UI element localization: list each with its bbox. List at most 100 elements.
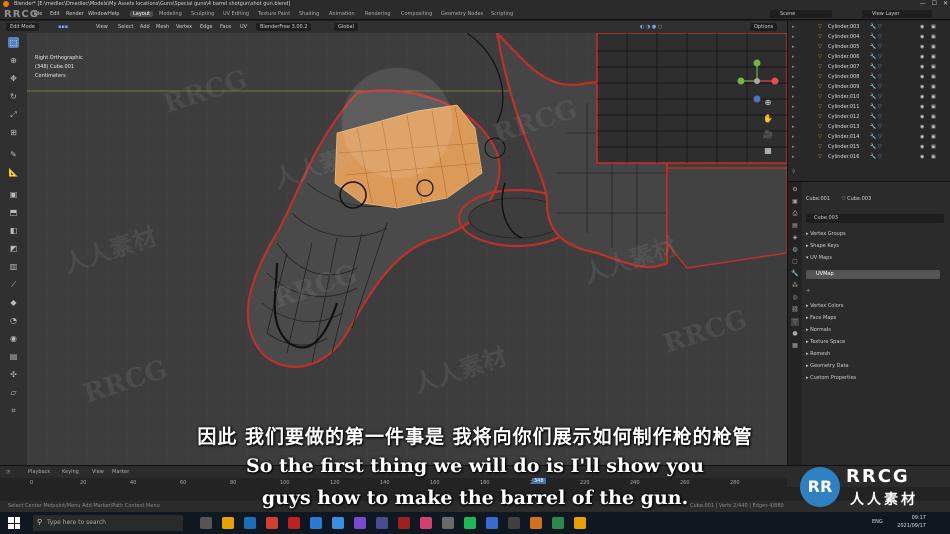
tab-rendering[interactable]: Rendering <box>362 11 394 17</box>
tab-uv-editing[interactable]: UV Editing <box>220 11 252 17</box>
taskbar-search-input[interactable]: Type here to search <box>33 515 183 531</box>
edge-slide-icon[interactable]: ▤ <box>8 351 19 362</box>
app-icon[interactable] <box>442 517 454 529</box>
steam-icon[interactable] <box>244 517 256 529</box>
modifier-tab-icon[interactable]: 🔧 <box>791 270 799 278</box>
zoom-icon[interactable]: ⊕ <box>762 97 774 109</box>
mesh-name-field[interactable]: Cube.003 <box>806 214 944 223</box>
axis-gizmo[interactable] <box>735 59 779 103</box>
tool-tab-icon[interactable]: ⚙ <box>791 186 799 194</box>
bevel-icon[interactable]: ◩ <box>8 243 19 254</box>
orientation-dropdown[interactable]: Global <box>334 23 358 31</box>
render-camera-icon[interactable]: ▣ <box>931 54 936 61</box>
current-frame-indicator[interactable]: 348 <box>532 478 546 484</box>
eye-icon[interactable]: ◉ <box>920 114 924 121</box>
app-icon[interactable] <box>354 517 366 529</box>
view-layer-tab-icon[interactable]: ▤ <box>791 222 799 230</box>
world-tab-icon[interactable]: ◍ <box>791 246 799 254</box>
inset-icon[interactable]: ◧ <box>8 225 19 236</box>
poly-build-icon[interactable]: ◆ <box>8 297 19 308</box>
render-tab-icon[interactable]: ▣ <box>791 198 799 206</box>
shrink-fatten-icon[interactable]: ✣ <box>8 369 19 380</box>
measure-icon[interactable]: 📐 <box>8 167 19 178</box>
tab-geometry-nodes[interactable]: Geometry Nodes <box>438 11 486 17</box>
shading-mode-icon[interactable]: ◐ ◑ ● ○ <box>640 24 662 30</box>
spin-icon[interactable]: ◔ <box>8 315 19 326</box>
panel-shape-keys[interactable]: ▸ Shape Keys <box>806 242 946 251</box>
tab-animation[interactable]: Animation <box>326 11 358 17</box>
menu-help[interactable]: Help <box>108 11 119 17</box>
scene-tab-icon[interactable]: ◈ <box>791 234 799 242</box>
select-box-icon[interactable]: ⬚ <box>8 37 19 48</box>
knife-icon[interactable]: ⟋ <box>8 279 19 290</box>
outliner-row[interactable]: ▸ ▽ Cylinder.012 🔧 ▽ ◉ ▣ <box>788 114 950 121</box>
options-dropdown[interactable]: Options <box>750 23 778 31</box>
menu-edit[interactable]: Edit <box>50 11 60 17</box>
filter-icon[interactable]: ⚲ <box>792 169 796 176</box>
annotate-icon[interactable]: ✎ <box>8 149 19 160</box>
menu-select[interactable]: Select <box>118 24 133 30</box>
render-camera-icon[interactable]: ▣ <box>931 34 936 41</box>
uv-map-entry[interactable]: UVMap <box>806 270 940 279</box>
3d-viewport[interactable]: RRCG RRCG RRCG RRCG RRCG RRCG 人人素材 人人素材 … <box>27 33 787 465</box>
vertex-select-icon[interactable]: ▪▪▪ <box>58 24 68 30</box>
loop-cut-icon[interactable]: ▥ <box>8 261 19 272</box>
pan-hand-icon[interactable]: ✋ <box>762 113 774 125</box>
menu-mesh[interactable]: Mesh <box>156 24 169 30</box>
render-camera-icon[interactable]: ▣ <box>931 134 936 141</box>
app-icon[interactable] <box>420 517 432 529</box>
tab-texture-paint[interactable]: Texture Paint <box>255 11 293 17</box>
eye-icon[interactable]: ◉ <box>920 134 924 141</box>
outliner-row[interactable]: ▸ ▽ Cylinder.006 🔧 ▽ ◉ ▣ <box>788 54 950 61</box>
panel-remesh[interactable]: ▸ Remesh <box>806 350 946 359</box>
transform-icon[interactable]: ⊞ <box>8 127 19 138</box>
panel-uv-maps[interactable]: ▾ UV Maps <box>806 254 946 263</box>
add-cube-icon[interactable]: ▣ <box>8 189 19 200</box>
windows-start-icon[interactable] <box>8 517 20 529</box>
taskbar-clock[interactable]: 09:17 2021/09/17 <box>897 514 926 530</box>
mode-dropdown[interactable]: Edit Mode <box>6 23 39 31</box>
render-camera-icon[interactable]: ▣ <box>931 124 936 131</box>
blender-taskbar-icon[interactable] <box>530 517 542 529</box>
menu-face[interactable]: Face <box>220 24 231 30</box>
render-camera-icon[interactable]: ▣ <box>931 144 936 151</box>
material-tab-icon[interactable]: ● <box>791 330 799 338</box>
view-layer-selector[interactable]: View Layer <box>862 10 932 18</box>
render-camera-icon[interactable]: ▣ <box>931 94 936 101</box>
move-icon[interactable]: ✥ <box>8 73 19 84</box>
outliner-row[interactable]: ▸ ▽ Cylinder.010 🔧 ▽ ◉ ▣ <box>788 94 950 101</box>
eye-icon[interactable]: ◉ <box>920 34 924 41</box>
language-indicator[interactable]: ENG <box>872 519 883 525</box>
output-tab-icon[interactable]: ⎙ <box>791 210 799 218</box>
maximize-button[interactable]: ☐ <box>932 0 937 8</box>
outliner-row[interactable]: ▸ ▽ Cylinder.016 🔧 ▽ ◉ ▣ <box>788 154 950 161</box>
app-icon[interactable] <box>376 517 388 529</box>
render-camera-icon[interactable]: ▣ <box>931 154 936 161</box>
photoshop-icon[interactable] <box>310 517 322 529</box>
scene-selector[interactable]: Scene <box>770 10 832 18</box>
scale-icon[interactable]: ⤢ <box>8 109 19 120</box>
camera-view-icon[interactable]: 🎥 <box>762 129 774 141</box>
panel-geometry-data[interactable]: ▸ Geometry Data <box>806 362 946 371</box>
app-icon[interactable] <box>288 517 300 529</box>
tab-modeling[interactable]: Modeling <box>156 11 185 17</box>
shear-icon[interactable]: ▱ <box>8 387 19 398</box>
menu-view[interactable]: View <box>96 24 108 30</box>
outliner-row[interactable]: ▸ ▽ Cylinder.014 🔧 ▽ ◉ ▣ <box>788 134 950 141</box>
extrude-icon[interactable]: ⬒ <box>8 207 19 218</box>
minimize-button[interactable]: — <box>920 0 926 8</box>
eye-icon[interactable]: ◉ <box>920 24 924 31</box>
render-camera-icon[interactable]: ▣ <box>931 74 936 81</box>
outliner-row[interactable]: ▸ ▽ Cylinder.004 🔧 ▽ ◉ ▣ <box>788 34 950 41</box>
tab-layout[interactable]: Layout <box>130 11 153 17</box>
eye-icon[interactable]: ◉ <box>920 44 924 51</box>
render-camera-icon[interactable]: ▣ <box>931 24 936 31</box>
app-icon[interactable] <box>552 517 564 529</box>
panel-vertex-colors[interactable]: ▸ Vertex Colors <box>806 302 946 311</box>
tab-shading[interactable]: Shading <box>296 11 322 17</box>
eye-icon[interactable]: ◉ <box>920 64 924 71</box>
eye-icon[interactable]: ◉ <box>920 154 924 161</box>
menu-edge[interactable]: Edge <box>200 24 213 30</box>
eye-icon[interactable]: ◉ <box>920 144 924 151</box>
outliner-row[interactable]: ▸ ▽ Cylinder.011 🔧 ▽ ◉ ▣ <box>788 104 950 111</box>
